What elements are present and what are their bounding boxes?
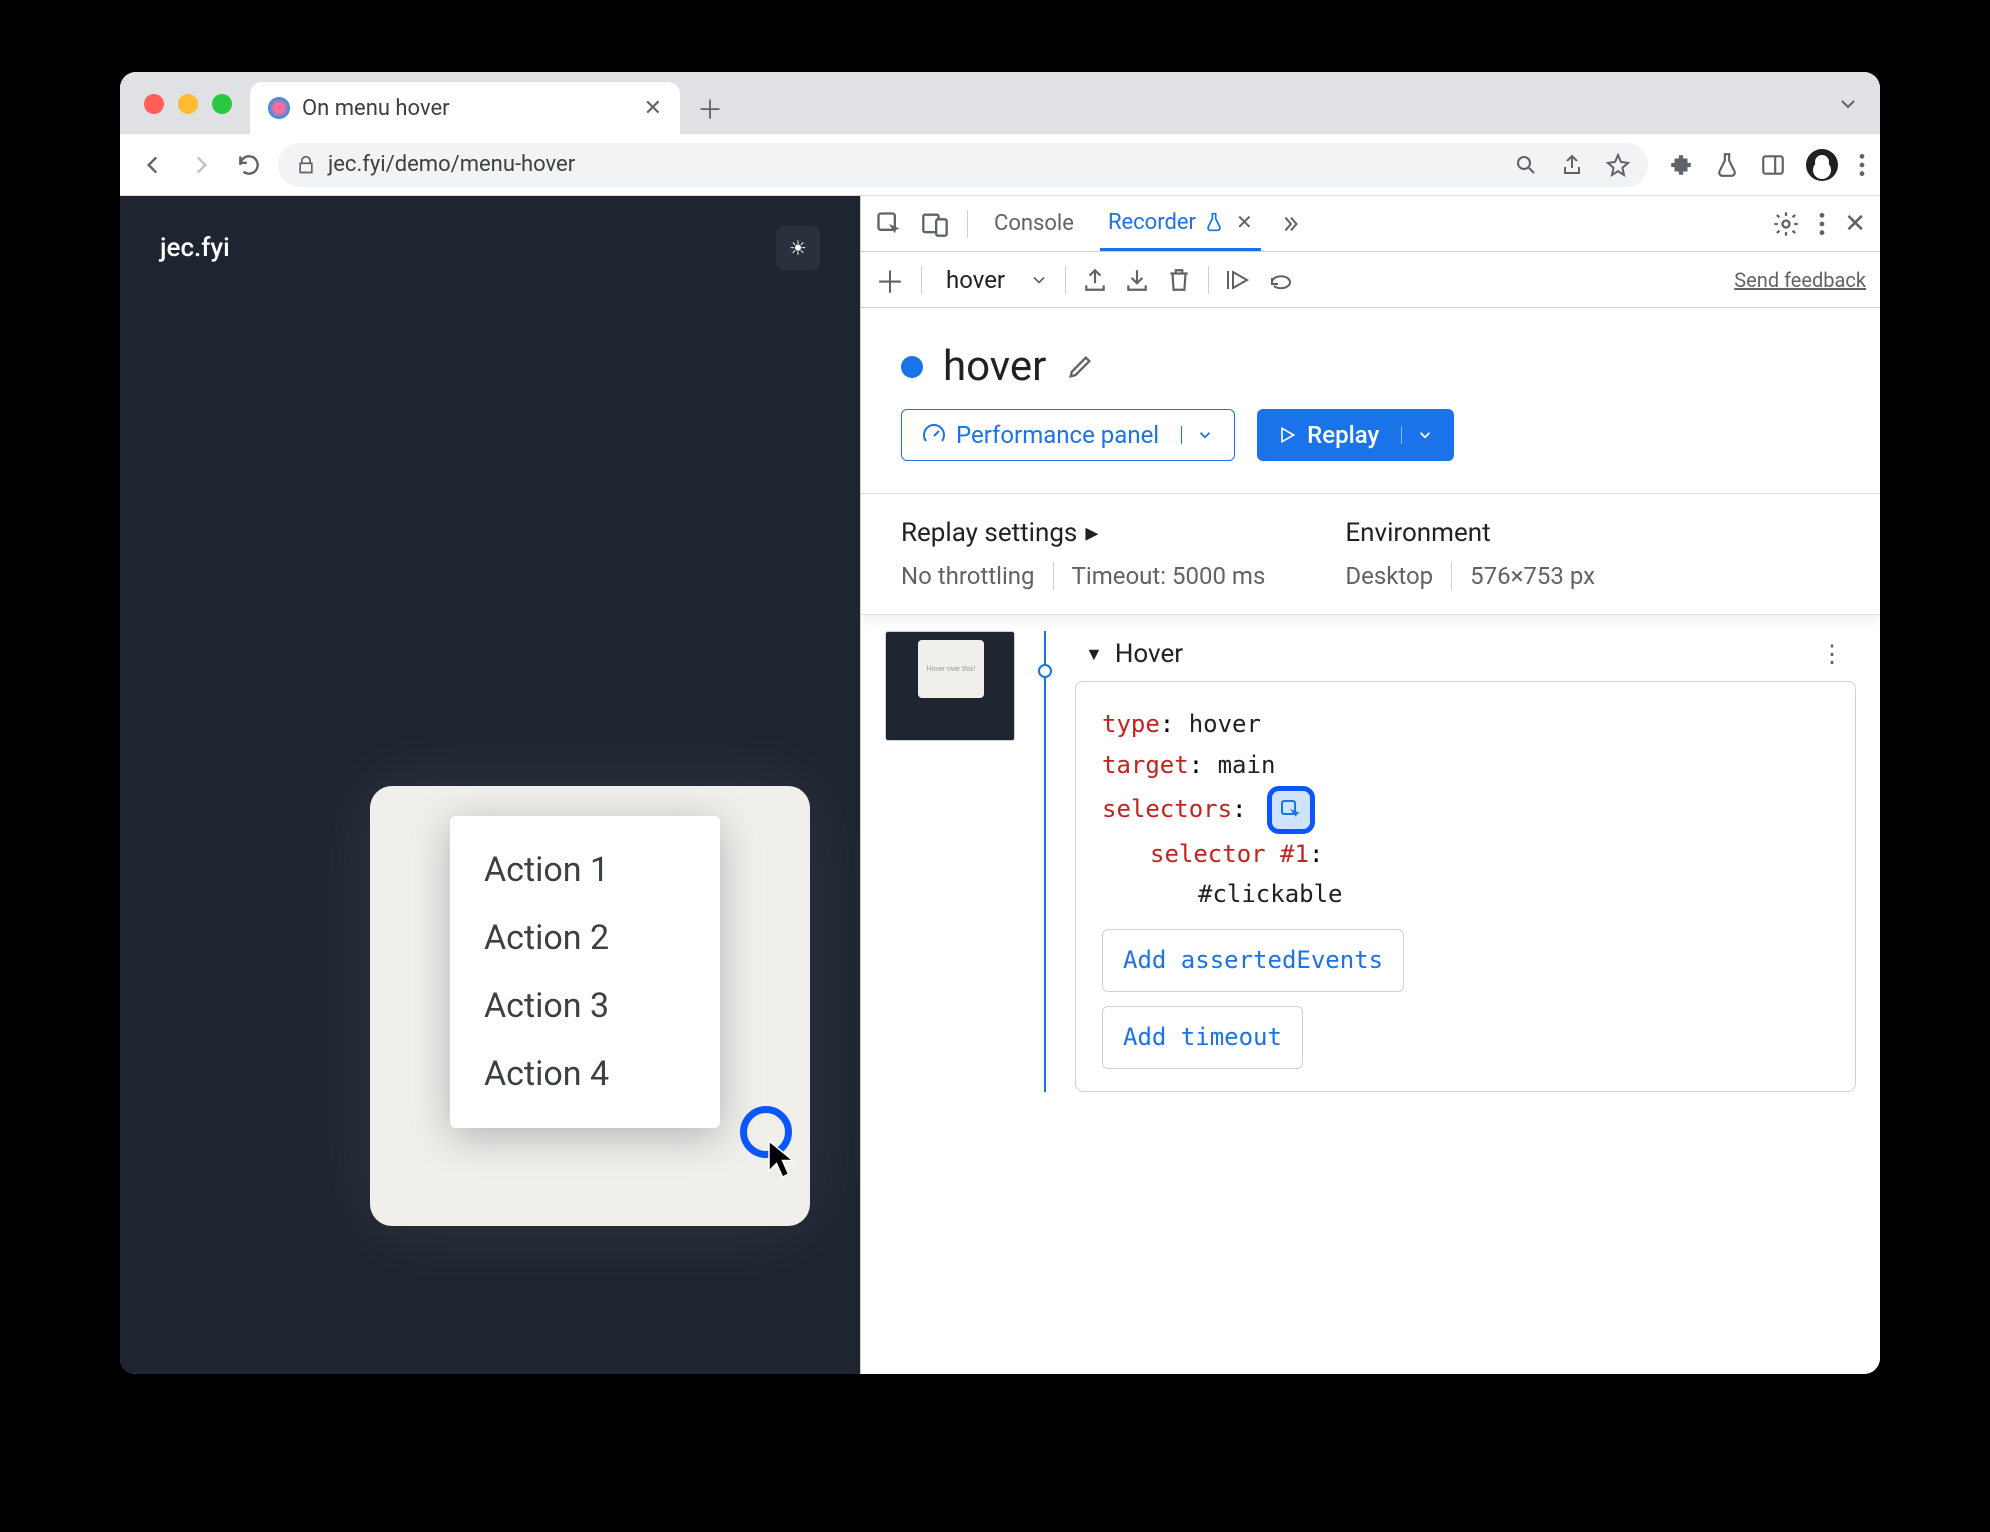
action-buttons: Performance panel Replay: [861, 409, 1880, 493]
reload-button[interactable]: [230, 146, 268, 184]
step-menu-icon[interactable]: ⋮: [1820, 640, 1846, 668]
address-bar[interactable]: jec.fyi/demo/menu-hover: [278, 143, 1648, 187]
site-brand[interactable]: jec.fyi: [160, 233, 230, 263]
profile-avatar[interactable]: [1806, 149, 1838, 181]
recording-header: hover: [861, 308, 1880, 409]
tabs-menu-icon[interactable]: [1836, 92, 1860, 116]
devtools-panel: Console Recorder ✕ ✕ ＋ hover: [860, 196, 1880, 1374]
sidepanel-icon[interactable]: [1760, 152, 1786, 178]
extensions-icon[interactable]: [1668, 152, 1694, 178]
environment-settings[interactable]: Environment Desktop 576×753 px: [1345, 518, 1595, 590]
prop-target-value[interactable]: main: [1218, 751, 1276, 779]
prop-type-value[interactable]: hover: [1189, 710, 1261, 738]
caret-down-icon[interactable]: [1181, 426, 1214, 444]
browser-tab[interactable]: On menu hover ✕: [250, 82, 680, 134]
timeline-node-icon: [1038, 664, 1052, 678]
bookmark-icon[interactable]: [1606, 153, 1630, 177]
step-details: type: hover target: main selectors: sele…: [1075, 681, 1856, 1092]
add-timeout-button[interactable]: Add timeout: [1102, 1006, 1303, 1069]
replay-loop-icon[interactable]: [1269, 267, 1299, 293]
content-split: jec.fyi ☀ H e! Action 1 Action 2 Action …: [120, 196, 1880, 1374]
element-picker-button[interactable]: [1267, 786, 1315, 834]
delete-icon[interactable]: [1166, 267, 1192, 293]
recording-select[interactable]: hover: [938, 266, 1013, 294]
menu-icon[interactable]: [1858, 152, 1866, 178]
more-tabs-icon[interactable]: [1279, 213, 1301, 235]
chevron-right-icon: ▸: [1085, 518, 1098, 548]
replay-settings[interactable]: Replay settings▸ No throttling Timeout: …: [901, 518, 1265, 590]
toolbar: jec.fyi/demo/menu-hover: [120, 134, 1880, 196]
step-thumbnail[interactable]: Hover over this!: [885, 631, 1015, 741]
browser-window: On menu hover ✕ ＋ jec.fyi/demo/menu-hove…: [120, 72, 1880, 1374]
tab-console[interactable]: Console: [986, 196, 1082, 251]
forward-button[interactable]: [182, 146, 220, 184]
close-devtools-icon[interactable]: ✕: [1844, 209, 1866, 239]
maximize-window-icon[interactable]: [212, 94, 232, 114]
tab-title: On menu hover: [302, 96, 632, 121]
tab-recorder[interactable]: Recorder ✕: [1100, 196, 1261, 251]
gauge-icon: [922, 423, 946, 447]
add-recording-icon[interactable]: ＋: [875, 258, 905, 302]
cursor-icon: [766, 1138, 802, 1180]
timeline: [1033, 631, 1057, 1092]
favicon-icon: [268, 97, 290, 119]
replay-button[interactable]: Replay: [1257, 409, 1454, 461]
menu-item-4[interactable]: Action 4: [450, 1040, 720, 1108]
add-asserted-events-button[interactable]: Add assertedEvents: [1102, 929, 1404, 992]
theme-toggle-button[interactable]: ☀: [776, 226, 820, 270]
steps-area: Hover over this! ▼ Hover ⋮: [861, 615, 1880, 1108]
step-play-icon[interactable]: [1225, 267, 1253, 293]
hover-menu: Action 1 Action 2 Action 3 Action 4: [450, 816, 720, 1128]
device-icon[interactable]: [921, 210, 949, 238]
step-name: Hover: [1115, 639, 1183, 669]
caret-down-icon: ▼: [1085, 644, 1103, 665]
window-controls: [144, 94, 232, 114]
selector-value[interactable]: #clickable: [1198, 880, 1343, 908]
url-text: jec.fyi/demo/menu-hover: [328, 152, 1502, 177]
step-toggle[interactable]: ▼ Hover: [1085, 639, 1183, 669]
device-value: Desktop: [1345, 562, 1433, 590]
import-icon[interactable]: [1124, 267, 1150, 293]
inspect-icon[interactable]: [875, 210, 903, 238]
devtools-tabstrip: Console Recorder ✕ ✕: [861, 196, 1880, 252]
settings-summary: Replay settings▸ No throttling Timeout: …: [861, 493, 1880, 615]
close-tab-icon[interactable]: ✕: [644, 96, 662, 121]
minimize-window-icon[interactable]: [178, 94, 198, 114]
new-tab-button[interactable]: ＋: [690, 88, 730, 128]
close-window-icon[interactable]: [144, 94, 164, 114]
timeout-value: Timeout: 5000 ms: [1053, 562, 1266, 590]
throttling-value: No throttling: [901, 562, 1035, 590]
back-button[interactable]: [134, 146, 172, 184]
menu-item-2[interactable]: Action 2: [450, 904, 720, 972]
settings-icon[interactable]: [1772, 210, 1800, 238]
menu-item-3[interactable]: Action 3: [450, 972, 720, 1040]
beaker-icon: [1204, 212, 1224, 232]
recorder-body: hover Performance panel Replay: [861, 308, 1880, 1374]
kebab-icon[interactable]: [1818, 211, 1826, 237]
recording-title: hover: [943, 342, 1046, 391]
webpage: jec.fyi ☀ H e! Action 1 Action 2 Action …: [120, 196, 860, 1374]
extension-icons: [1658, 149, 1866, 181]
tab-strip: On menu hover ✕ ＋: [120, 72, 1880, 134]
close-panel-icon[interactable]: ✕: [1236, 210, 1253, 234]
menu-item-1[interactable]: Action 1: [450, 836, 720, 904]
play-icon: [1277, 425, 1297, 445]
lock-icon: [296, 155, 316, 175]
zoom-icon[interactable]: [1514, 153, 1538, 177]
chevron-down-icon[interactable]: [1029, 270, 1049, 290]
caret-down-icon[interactable]: [1401, 426, 1434, 444]
labs-icon[interactable]: [1714, 152, 1740, 178]
recorder-toolbar: ＋ hover Send feedback: [861, 252, 1880, 308]
viewport-value: 576×753 px: [1451, 562, 1595, 590]
omnibox-actions: [1514, 153, 1630, 177]
share-icon[interactable]: [1560, 153, 1584, 177]
performance-panel-button[interactable]: Performance panel: [901, 409, 1235, 461]
step-hover: ▼ Hover ⋮ type: hover target: main selec…: [1075, 631, 1856, 1092]
send-feedback-link[interactable]: Send feedback: [1734, 268, 1866, 292]
export-icon[interactable]: [1082, 267, 1108, 293]
recording-status-icon: [901, 356, 923, 378]
edit-title-icon[interactable]: [1066, 353, 1094, 381]
